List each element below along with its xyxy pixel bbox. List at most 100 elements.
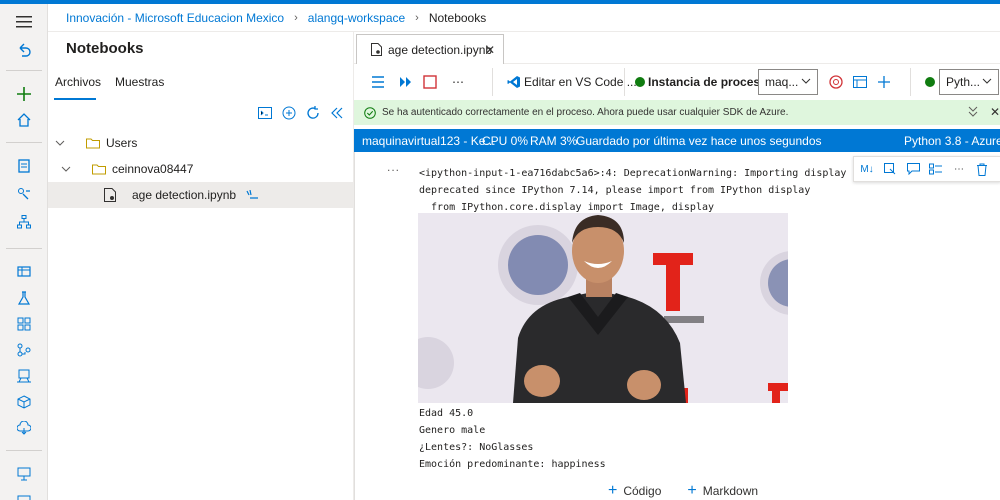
notebook-file-icon [104, 188, 116, 202]
folder-icon [86, 137, 100, 149]
settings-more-icon[interactable] [9, 486, 39, 500]
folder-icon [92, 163, 106, 175]
rail-divider [6, 70, 42, 71]
output-image-photo [418, 213, 788, 403]
close-icon[interactable]: ✕ [990, 105, 1000, 119]
status-kernel[interactable]: Python 3.8 - AzureML [904, 134, 1000, 148]
run-all-icon[interactable] [398, 74, 414, 90]
add-markdown-label: Markdown [702, 484, 759, 498]
output-warning-line: deprecated since IPython 7.14, please im… [419, 185, 811, 196]
result-gender: Genero male [419, 425, 486, 436]
linked-services-icon[interactable] [9, 462, 39, 486]
chevron-down-icon[interactable] [54, 137, 66, 149]
cell-variables-icon[interactable] [929, 162, 943, 176]
tree-label-users: Users [106, 136, 138, 150]
cell-output-more-icon[interactable]: ... [387, 160, 400, 174]
plus-icon: + [608, 482, 618, 499]
tree-row-users[interactable]: Users [48, 130, 354, 156]
add-code-cell-button[interactable]: + Código [608, 482, 662, 499]
cell-toolbar: M↓ ⋯ [853, 156, 1000, 182]
stop-compute-icon[interactable] [828, 74, 844, 90]
endpoints-icon[interactable] [9, 364, 39, 388]
auth-success-banner: Se ha autenticado correctamente en el pr… [354, 100, 1000, 125]
status-cpu: CPU 0% [482, 134, 529, 148]
kernel-select[interactable]: Pyth... [939, 69, 999, 95]
breadcrumb: Innovación - Microsoft Educacion Mexico … [48, 4, 1000, 32]
compute-label: Instancia de proceso: [648, 75, 772, 89]
automated-ml-icon[interactable] [9, 182, 39, 206]
toolbar-divider [624, 68, 625, 96]
edit-in-vscode-button[interactable]: Editar en VS Code ... [524, 75, 637, 89]
explorer-title: Notebooks [66, 40, 144, 57]
add-file-icon[interactable] [282, 106, 296, 120]
home-icon[interactable] [9, 108, 39, 132]
add-compute-icon[interactable] [876, 74, 892, 90]
run-cell-icon[interactable] [883, 162, 897, 176]
notebook-toolbar: ⋯ Editar en VS Code ... Instancia de pro… [354, 66, 1000, 98]
more-options-icon[interactable]: ⋯ [952, 162, 966, 176]
stop-icon[interactable] [422, 74, 438, 90]
compute-select[interactable]: maq... [758, 69, 818, 95]
add-markdown-cell-button[interactable]: + Markdown [687, 482, 759, 499]
vscode-icon[interactable] [506, 74, 522, 90]
kernel-status-bar: maquinavirtual123 - Ke... CPU 0% RAM 3% … [354, 129, 1000, 152]
left-nav-rail [0, 4, 48, 500]
status-compute[interactable]: maquinavirtual123 - Ke... [362, 134, 495, 148]
terminal-icon[interactable] [258, 106, 272, 120]
refresh-icon[interactable] [306, 106, 320, 120]
more-options-icon[interactable]: ⋯ [450, 74, 466, 90]
add-cell-bar: + Código + Markdown [608, 482, 759, 499]
compute-details-icon[interactable] [852, 74, 868, 90]
notebooks-icon[interactable] [9, 154, 39, 178]
rail-divider [6, 248, 42, 249]
notebook-file-icon [371, 43, 382, 56]
notebook-tab[interactable]: age detection.ipynb ✕ [356, 34, 504, 64]
create-new-icon[interactable] [9, 82, 39, 106]
plus-icon: + [687, 482, 697, 499]
status-ram: RAM 3% [530, 134, 578, 148]
kernel-status-dot [925, 77, 935, 87]
result-emotion: Emoción predominante: happiness [419, 459, 606, 470]
compute-icon[interactable] [9, 390, 39, 414]
notebook-tab-label: age detection.ipynb [388, 42, 493, 57]
breadcrumb-workspace-link[interactable]: alangq-workspace [308, 11, 405, 25]
menu-list-icon[interactable] [370, 74, 386, 90]
close-icon[interactable]: ✕ [485, 43, 495, 57]
comment-icon[interactable] [906, 162, 920, 176]
models-icon[interactable] [9, 338, 39, 362]
tab-muestras[interactable]: Muestras [115, 75, 164, 89]
breadcrumb-org-link[interactable]: Innovación - Microsoft Educacion Mexico [66, 11, 284, 25]
collapse-panel-icon[interactable] [330, 106, 344, 120]
compute-status-dot [635, 77, 645, 87]
add-code-label: Código [623, 484, 662, 498]
designer-icon[interactable] [9, 210, 39, 234]
chevron-down-icon[interactable] [60, 163, 72, 175]
rail-divider [6, 450, 42, 451]
markdown-toggle-icon[interactable]: M↓ [860, 162, 874, 176]
tree-row-user-folder[interactable]: ceinnova08447 [48, 156, 354, 182]
back-arrow-icon[interactable] [9, 38, 39, 62]
toolbar-divider [492, 68, 493, 96]
delete-icon[interactable] [975, 162, 989, 176]
expand-chevrons-icon[interactable] [968, 106, 978, 118]
datasets-icon[interactable] [9, 260, 39, 284]
tree-row-notebook-file[interactable]: age detection.ipynb [48, 182, 354, 208]
experiments-icon[interactable] [9, 286, 39, 310]
output-warning-line: from IPython.core.display import Image, … [419, 202, 715, 213]
chevron-right-icon: › [415, 11, 419, 24]
hamburger-menu-icon[interactable] [9, 10, 39, 34]
tree-label-user-folder: ceinnova08447 [112, 162, 194, 176]
tree-label-notebook: age detection.ipynb [132, 188, 237, 202]
tab-archivos[interactable]: Archivos [55, 75, 101, 89]
pipelines-icon[interactable] [9, 312, 39, 336]
kernel-select-value: Pyth... [946, 75, 981, 89]
banner-message: Se ha autenticado correctamente en el pr… [382, 107, 789, 118]
notebook-tab-bar: age detection.ipynb ✕ [354, 32, 1000, 64]
rail-divider [6, 142, 42, 143]
result-glasses: ¿Lentes?: NoGlasses [419, 442, 534, 453]
datastores-icon[interactable] [9, 416, 39, 440]
status-saved: Guardado por última vez hace unos segund… [576, 134, 822, 148]
explorer-toolbar [258, 106, 344, 120]
editing-indicator-icon [246, 190, 260, 200]
active-tab-indicator [54, 98, 96, 100]
